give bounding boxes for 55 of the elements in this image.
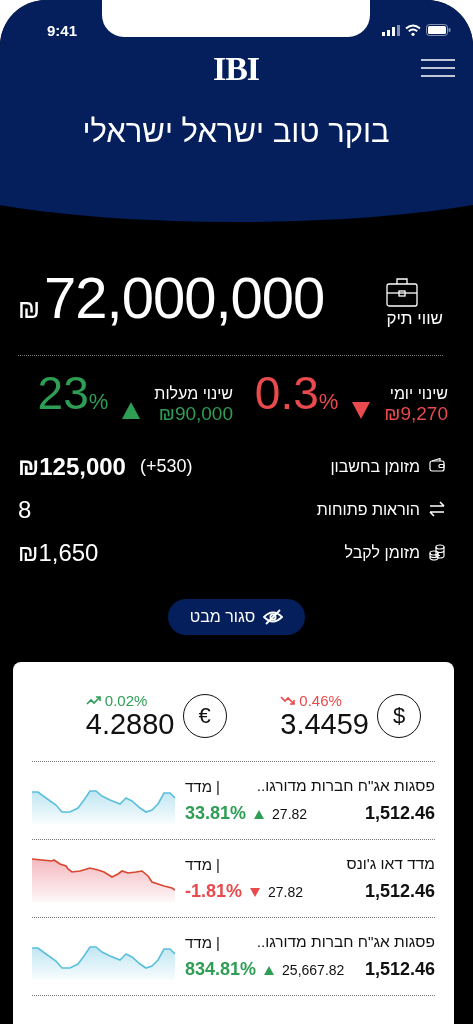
index-value: 1,512.46 — [364, 959, 435, 980]
wifi-icon — [405, 24, 421, 36]
index-change: 27.82 — [272, 805, 308, 822]
eye-slash-icon — [263, 609, 284, 625]
triangle-up-icon — [122, 401, 141, 419]
summary-label: מזומן לקבל — [344, 543, 420, 562]
change-label: שינוי מעלות — [154, 385, 233, 403]
index-percent: 33.81% — [185, 803, 247, 824]
change-amount: ₪90,000 — [158, 403, 233, 425]
status-time: 9:41 — [47, 21, 78, 39]
trend-down-icon — [280, 694, 296, 707]
currency-sign: ₪ — [18, 294, 41, 325]
summary-label: הוראות פתוחות — [316, 500, 420, 519]
briefcase-icon — [386, 277, 419, 307]
triangle-down-icon — [250, 886, 261, 897]
index-tag: | מדד — [185, 855, 220, 873]
trend-up-icon — [85, 694, 101, 707]
greeting-text: בוקר טוב ישראל ישראלי — [81, 114, 391, 150]
summary-note: (+530) — [139, 456, 193, 477]
index-change: 25,667.82 — [282, 961, 345, 978]
triangle-up-icon — [254, 808, 265, 819]
change-percent: 23% — [37, 370, 109, 421]
summary-value: ₪125,000 — [18, 452, 126, 481]
summary-value: 8 — [18, 495, 32, 524]
index-name: מדד דאו ג'ונס — [346, 855, 435, 873]
rate-change: 0.02% — [104, 692, 148, 709]
index-name: פסגות אג"ח חברות מדורגו.. — [256, 933, 435, 951]
change-percent: 0.3% — [254, 370, 339, 421]
change-label: שינוי יומי — [389, 385, 448, 403]
index-percent: 834.81% — [185, 959, 257, 980]
rate-value: 3.4459 — [280, 709, 369, 739]
rate-change: 0.46% — [299, 692, 342, 709]
index-value: 1,512.46 — [364, 881, 435, 902]
battery-icon — [426, 24, 451, 36]
wallet-icon — [429, 458, 445, 475]
summary-value: ₪1,650 — [18, 538, 99, 567]
index-percent: -1.81% — [185, 881, 243, 902]
index-change: 27.82 — [268, 883, 304, 900]
portfolio-value: 72,000,000 — [44, 264, 325, 331]
hide-view-button[interactable]: סגור מבט — [167, 599, 306, 635]
logo: IBI — [212, 50, 260, 88]
triangle-down-icon — [352, 401, 371, 419]
menu-icon[interactable] — [421, 58, 455, 78]
index-value: 1,512.46 — [364, 803, 435, 824]
rate-value: 4.2880 — [85, 709, 175, 739]
portfolio-label: שווי תיק — [386, 309, 443, 329]
arrows-icon — [429, 501, 445, 518]
index-name: פסגות אג"ח חברות מדורגו.. — [256, 777, 435, 795]
index-tag: | מדד — [185, 777, 220, 795]
triangle-up-icon — [264, 964, 275, 975]
coins-icon — [429, 544, 445, 561]
signal-icon — [382, 24, 400, 36]
change-amount: ₪9,270 — [384, 403, 448, 425]
index-tag: | מדד — [185, 933, 220, 951]
summary-label: מזומן בחשבון — [330, 457, 420, 476]
